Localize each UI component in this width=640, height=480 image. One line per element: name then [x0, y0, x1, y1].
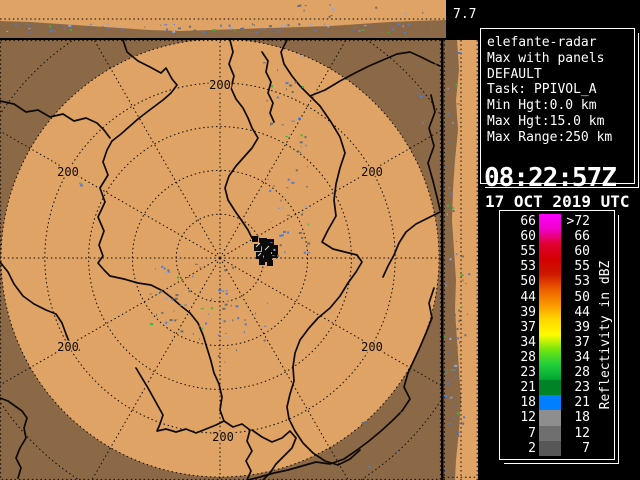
legend-color-swatch — [539, 229, 561, 244]
panel-separator — [0, 38, 446, 40]
legend-left-value: 34 — [503, 335, 539, 350]
legend-color-swatch — [539, 441, 561, 456]
legend-left-value: 39 — [503, 305, 539, 320]
panel-height-label: 7.7 — [453, 7, 476, 22]
legend-right-value: 7 — [561, 441, 590, 456]
legend-row: 37 39 — [503, 320, 590, 335]
legend-left-value: 12 — [503, 410, 539, 425]
legend-row: 27 — [503, 441, 590, 456]
top-height-panel — [0, 0, 446, 38]
legend-right-value: 28 — [561, 365, 590, 380]
legend-row: 39 44 — [503, 305, 590, 320]
svg-text:200: 200 — [209, 78, 231, 92]
legend-color-swatch — [539, 244, 561, 259]
legend-row: 21 23 — [503, 380, 590, 395]
legend-left-value: 2 — [503, 441, 539, 456]
legend-left-value: 23 — [503, 365, 539, 380]
info-line: Max with panels — [487, 51, 634, 67]
legend-color-swatch — [539, 350, 561, 365]
legend-right-value: 55 — [561, 259, 590, 274]
legend-right-value: 12 — [561, 426, 590, 441]
legend-right-value: 23 — [561, 380, 590, 395]
date-readout: 17 OCT 2019 UTC — [485, 192, 630, 211]
legend-row: 12 18 — [503, 410, 590, 425]
legend-left-value: 18 — [503, 395, 539, 410]
legend-color-swatch — [539, 395, 561, 410]
legend-left-value: 60 — [503, 229, 539, 244]
legend-color-swatch — [539, 410, 561, 425]
legend-row: 44 50 — [503, 290, 590, 305]
svg-text:200: 200 — [57, 340, 79, 354]
legend-row: 66 >72 — [503, 214, 590, 229]
legend-right-value: 21 — [561, 395, 590, 410]
legend-right-value: 34 — [561, 350, 590, 365]
legend-left-value: 37 — [503, 320, 539, 335]
legend-right-value: 66 — [561, 229, 590, 244]
side-height-panel — [444, 40, 479, 480]
legend-row: 50 53 — [503, 274, 590, 289]
info-line: elefante-radar — [487, 35, 634, 51]
info-line: Max Range:250 km — [487, 130, 634, 146]
legend-title: Reflectivity in dBZ — [598, 261, 613, 410]
legend-right-value: >72 — [561, 214, 590, 229]
legend-right-value: 50 — [561, 290, 590, 305]
legend-row: 34 37 — [503, 335, 590, 350]
legend-left-value: 53 — [503, 259, 539, 274]
legend-left-value: 7 — [503, 426, 539, 441]
legend-left-value: 44 — [503, 290, 539, 305]
legend-row: 28 34 — [503, 350, 590, 365]
legend-color-swatch — [539, 259, 561, 274]
legend-right-value: 37 — [561, 335, 590, 350]
legend-left-value: 21 — [503, 380, 539, 395]
legend-color-swatch — [539, 290, 561, 305]
svg-text:200: 200 — [212, 430, 234, 444]
legend-row: 7 12 — [503, 426, 590, 441]
clock-readout: 08:22:57Z — [484, 163, 616, 193]
legend-right-value: 18 — [561, 410, 590, 425]
legend-rows: 66>7260665560535550534450394437393437283… — [503, 214, 590, 456]
legend-color-swatch — [539, 214, 561, 229]
svg-text:200: 200 — [57, 165, 79, 179]
legend-color-swatch — [539, 426, 561, 441]
info-panel: elefante-radarMax with panelsDEFAULTTask… — [480, 28, 635, 184]
svg-text:200: 200 — [361, 165, 383, 179]
legend-row: 1821 — [503, 395, 590, 410]
legend-left-value: 50 — [503, 274, 539, 289]
info-line: DEFAULT — [487, 67, 634, 83]
legend-color-swatch — [539, 335, 561, 350]
radar-application-window: 200200200200200200 7.7 elefante-radarMax… — [0, 0, 640, 480]
strip-separator — [441, 40, 444, 480]
legend-color-swatch — [539, 274, 561, 289]
legend-left-value: 66 — [503, 214, 539, 229]
legend-right-value: 60 — [561, 244, 590, 259]
legend-color-swatch — [539, 365, 561, 380]
info-line: Task: PPIVOL_A — [487, 82, 634, 98]
legend-right-value: 44 — [561, 305, 590, 320]
legend-left-value: 55 — [503, 244, 539, 259]
legend-color-swatch — [539, 305, 561, 320]
legend-color-swatch — [539, 380, 561, 395]
legend-row: 23 28 — [503, 365, 590, 380]
legend-left-value: 28 — [503, 350, 539, 365]
legend-right-value: 53 — [561, 274, 590, 289]
legend-right-value: 39 — [561, 320, 590, 335]
info-line: Max Hgt:15.0 km — [487, 114, 634, 130]
legend-row: 53 55 — [503, 259, 590, 274]
legend-row: 60 66 — [503, 229, 590, 244]
legend-color-swatch — [539, 320, 561, 335]
legend-row: 55 60 — [503, 244, 590, 259]
info-lines: elefante-radarMax with panelsDEFAULTTask… — [481, 29, 634, 146]
reflectivity-legend: 66>7260665560535550534450394437393437283… — [499, 210, 615, 460]
info-line: Min Hgt:0.0 km — [487, 98, 634, 114]
svg-text:200: 200 — [361, 340, 383, 354]
